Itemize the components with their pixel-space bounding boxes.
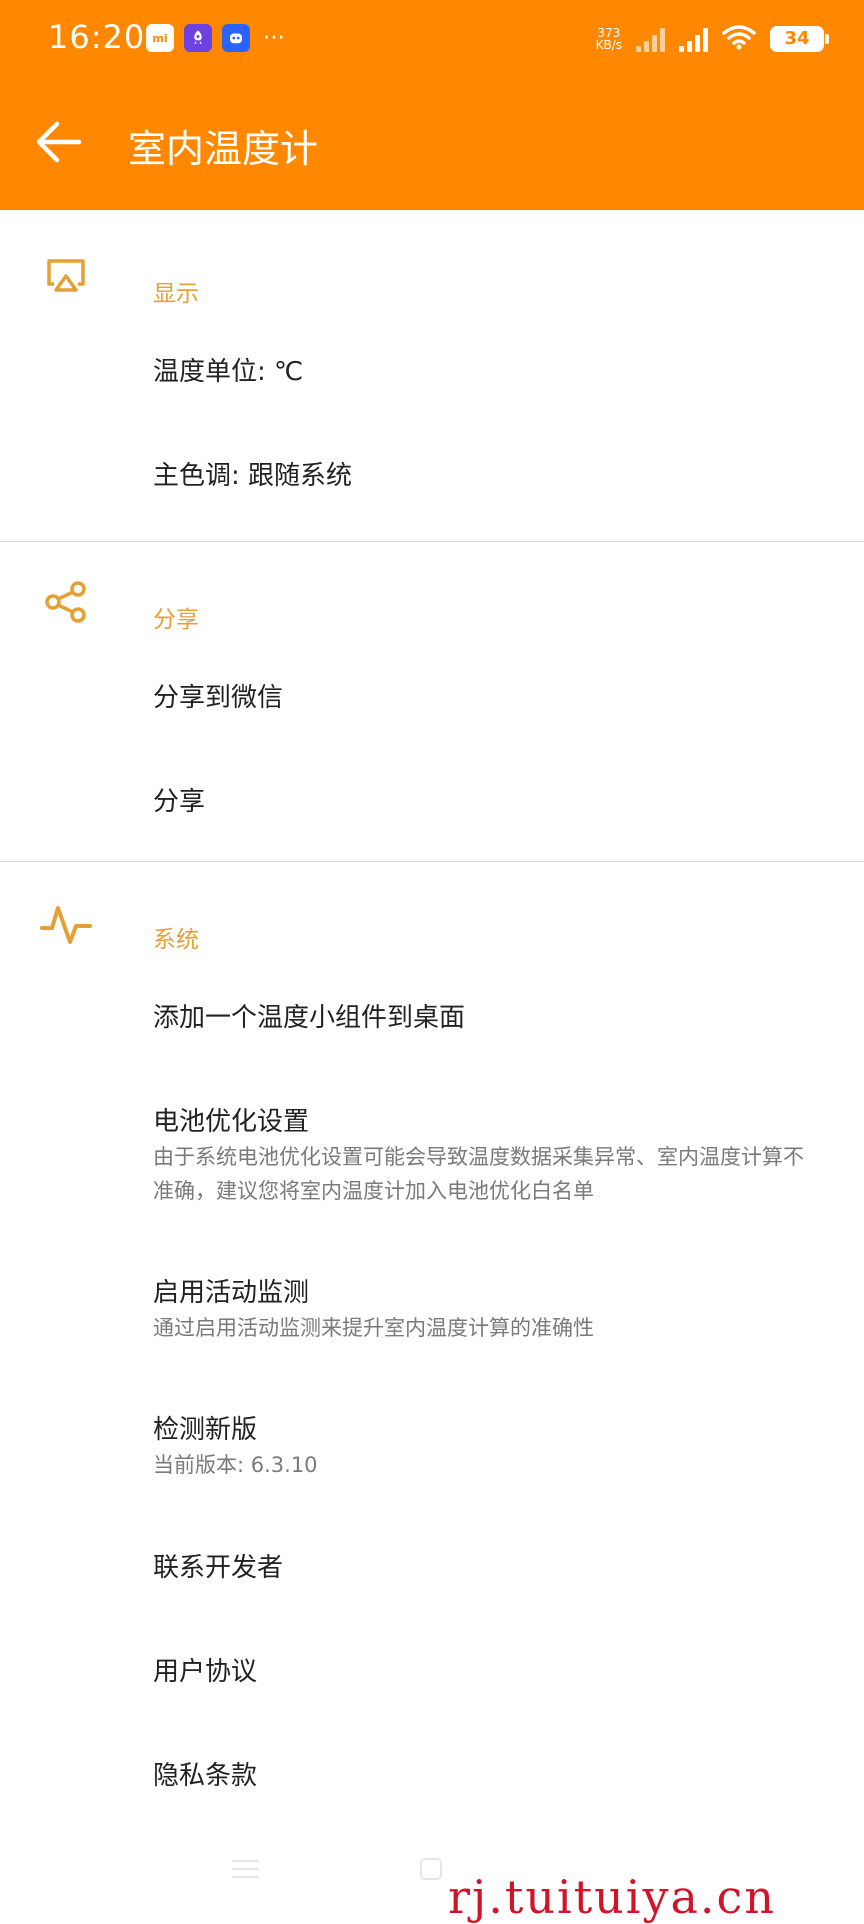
section-display: 显示 温度单位: ℃ 主色调: 跟随系统 xyxy=(0,210,864,542)
item-title: 温度单位: ℃ xyxy=(153,357,304,387)
contact-developer-item[interactable]: 联系开发者 xyxy=(0,1516,864,1620)
item-title: 主色调: 跟随系统 xyxy=(153,461,353,491)
item-title: 检测新版 xyxy=(153,1415,258,1445)
section-system: 系统 添加一个温度小组件到桌面 电池优化设置 由于系统电池优化设置可能会导致温度… xyxy=(0,862,864,1828)
temperature-unit-setting[interactable]: 温度单位: ℃ xyxy=(0,320,864,424)
theme-color-setting[interactable]: 主色调: 跟随系统 xyxy=(0,424,864,528)
app-header: 16:20 mi ⋯ 373 KB/s 34 室内温度计 xyxy=(0,0,864,210)
arrow-left-icon xyxy=(36,121,82,163)
item-title: 添加一个温度小组件到桌面 xyxy=(153,1003,466,1033)
bot-icon xyxy=(222,24,250,52)
share-to-wechat-item[interactable]: 分享到微信 xyxy=(0,646,864,750)
wifi-icon xyxy=(722,24,756,54)
signal-sim2-icon xyxy=(679,26,708,52)
item-title: 分享到微信 xyxy=(153,683,284,713)
item-title: 分享 xyxy=(153,787,206,817)
section-title: 分享 xyxy=(153,607,199,633)
menu-icon xyxy=(232,1860,258,1878)
notification-icons: mi ⋯ xyxy=(146,24,288,52)
section-header: 分享 xyxy=(0,542,864,646)
item-subtitle: 当前版本: 6.3.10 xyxy=(153,1453,318,1477)
back-button[interactable] xyxy=(22,106,94,178)
status-time: 16:20 xyxy=(48,18,146,56)
cast-icon xyxy=(38,248,94,304)
activity-monitor-item[interactable]: 启用活动监测 通过启用活动监测来提升室内温度计算的准确性 xyxy=(0,1242,864,1378)
item-subtitle: 由于系统电池优化设置可能会导致温度数据采集异常、室内温度计算不准确，建议您将室内… xyxy=(153,1145,804,1203)
watermark: rj.tuituiya.cn xyxy=(448,1870,776,1924)
user-agreement-item[interactable]: 用户协议 xyxy=(0,1620,864,1724)
item-title: 联系开发者 xyxy=(153,1553,284,1583)
item-title: 隐私条款 xyxy=(153,1761,258,1791)
network-speed: 373 KB/s xyxy=(596,27,622,51)
mi-app-icon: mi xyxy=(146,24,174,52)
item-subtitle: 通过启用活动监测来提升室内温度计算的准确性 xyxy=(153,1316,594,1340)
home-icon xyxy=(420,1858,442,1880)
share-item[interactable]: 分享 xyxy=(0,750,864,854)
activity-icon xyxy=(38,896,94,952)
page-title: 室内温度计 xyxy=(128,127,319,171)
section-header: 显示 xyxy=(0,210,864,320)
section-title: 显示 xyxy=(153,281,199,307)
section-share: 分享 分享到微信 分享 xyxy=(0,542,864,862)
item-title: 电池优化设置 xyxy=(153,1107,310,1137)
netspeed-unit: KB/s xyxy=(595,38,622,52)
more-notifications-icon: ⋯ xyxy=(263,25,285,50)
status-indicators: 373 KB/s 34 xyxy=(596,24,829,54)
share-icon xyxy=(38,574,94,630)
rocket-icon xyxy=(184,24,212,52)
battery-optimization-item[interactable]: 电池优化设置 由于系统电池优化设置可能会导致温度数据采集异常、室内温度计算不准确… xyxy=(0,1070,864,1242)
add-widget-item[interactable]: 添加一个温度小组件到桌面 xyxy=(0,966,864,1070)
settings-list: 显示 温度单位: ℃ 主色调: 跟随系统 分享 分享到微信 分享 系统 添加一个… xyxy=(0,210,864,1828)
signal-sim1-icon xyxy=(636,26,665,52)
section-header: 系统 xyxy=(0,862,864,966)
toolbar: 室内温度计 xyxy=(0,80,864,210)
battery-icon: 34 xyxy=(770,26,829,52)
privacy-policy-item[interactable]: 隐私条款 xyxy=(0,1724,864,1828)
item-title: 用户协议 xyxy=(153,1657,258,1687)
status-bar: 16:20 mi ⋯ 373 KB/s 34 xyxy=(0,0,864,80)
check-update-item[interactable]: 检测新版 当前版本: 6.3.10 xyxy=(0,1378,864,1516)
section-title: 系统 xyxy=(153,927,199,953)
item-title: 启用活动监测 xyxy=(153,1278,310,1308)
